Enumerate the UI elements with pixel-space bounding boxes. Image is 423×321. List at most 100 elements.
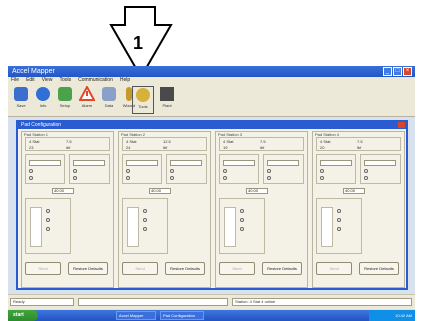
dialog-close-button[interactable] [398, 122, 405, 128]
status-left: Ready [10, 298, 74, 306]
radio-option[interactable] [143, 209, 147, 213]
radio-option[interactable] [320, 176, 324, 180]
radio-option[interactable] [240, 209, 244, 213]
threshold-field[interactable]: 40.00 [246, 188, 268, 194]
toolbar-button-tools[interactable]: Tools [132, 86, 154, 114]
warning-icon [79, 86, 95, 101]
radio-option[interactable] [143, 227, 147, 231]
toolbar-button-data[interactable]: Data [98, 86, 120, 114]
threshold-field[interactable]: 40.00 [343, 188, 365, 194]
radio-option[interactable] [29, 176, 33, 180]
toolbar-button-info[interactable]: Info [32, 86, 54, 114]
restore-defaults-button[interactable]: Restore Defaults [165, 262, 205, 275]
radio-option[interactable] [46, 209, 50, 213]
restore-defaults-button[interactable]: Restore Defaults [262, 262, 302, 275]
app-titlebar: Accel Mapper _ □ × [8, 66, 415, 77]
input-field[interactable] [267, 160, 299, 166]
radio-option[interactable] [126, 176, 130, 180]
menu-help[interactable]: Help [120, 77, 130, 84]
factory-icon [160, 87, 174, 101]
input-field[interactable] [73, 160, 105, 166]
radio-option[interactable] [337, 218, 341, 222]
radio-option[interactable] [170, 176, 174, 180]
switch-info-group: 4 Stat 7.5 20 lbf [316, 137, 401, 151]
input-field[interactable] [223, 160, 255, 166]
radio-option[interactable] [240, 218, 244, 222]
threshold-field[interactable]: 40.00 [52, 188, 74, 194]
send-button[interactable]: Send [316, 262, 352, 275]
switch-type-value: 4 Stat [320, 139, 331, 144]
radio-option[interactable] [320, 169, 324, 173]
window-controls: _ □ × [383, 67, 412, 76]
toolbar-button-save[interactable]: Save [10, 86, 32, 114]
input-group-right [263, 154, 304, 184]
radio-option[interactable] [267, 169, 271, 173]
radio-option[interactable] [143, 218, 147, 222]
minimize-button[interactable]: _ [383, 67, 392, 76]
radio-option[interactable] [223, 176, 227, 180]
radio-option[interactable] [73, 169, 77, 173]
input-field[interactable] [29, 160, 61, 166]
taskbar-item[interactable]: Accel Mapper [116, 311, 156, 320]
radio-option[interactable] [223, 169, 227, 173]
level-list[interactable] [224, 207, 236, 247]
level-list[interactable] [30, 207, 42, 247]
radio-option[interactable] [240, 227, 244, 231]
dialog-title: Pad Configuration [21, 122, 62, 128]
input-field[interactable] [364, 160, 396, 166]
toolbar-label: Setup [59, 103, 71, 108]
send-button[interactable]: Send [219, 262, 255, 275]
radio-option[interactable] [267, 176, 271, 180]
app-title: Accel Mapper [12, 68, 55, 75]
start-button[interactable]: start [8, 310, 38, 321]
capacity-value: 19 [223, 145, 228, 150]
toolbar-label: Tools [138, 104, 148, 109]
radio-option[interactable] [73, 176, 77, 180]
send-button[interactable]: Send [25, 262, 61, 275]
level-list[interactable] [321, 207, 333, 247]
menu-tools[interactable]: Tools [59, 77, 71, 84]
send-button[interactable]: Send [122, 262, 158, 275]
input-group-left [219, 154, 259, 184]
restore-defaults-button[interactable]: Restore Defaults [359, 262, 399, 275]
switch-info-group: 4 Stat 12.5 24 lbf [122, 137, 207, 151]
taskbar-item[interactable]: Pad Configuration [160, 311, 204, 320]
toolbar-button-alarm[interactable]: Alarm [76, 86, 98, 114]
disk-icon [14, 87, 28, 101]
toolbar-button-plant[interactable]: Plant [156, 86, 178, 114]
close-button[interactable]: × [403, 67, 412, 76]
pad-station-panel: Pad Station 3 4 Stat 7.5 19 lbf 40.00 Se… [215, 131, 308, 288]
level-list[interactable] [127, 207, 139, 247]
radio-option[interactable] [29, 169, 33, 173]
toolbar-label: Plant [162, 103, 172, 108]
radio-option[interactable] [364, 169, 368, 173]
pad-configuration-dialog: Pad Configuration Pad Station 1 4 Stat 7… [16, 120, 408, 290]
radio-option[interactable] [337, 227, 341, 231]
radio-option[interactable] [46, 227, 50, 231]
restore-defaults-button[interactable]: Restore Defaults [68, 262, 108, 275]
radio-option[interactable] [337, 209, 341, 213]
leaf-icon [58, 87, 72, 101]
input-group-left [25, 154, 65, 184]
capacity-value: 23 [29, 145, 34, 150]
app-window: Accel Mapper _ □ × File Edit View Tools … [8, 66, 415, 321]
radio-option[interactable] [170, 169, 174, 173]
input-field[interactable] [170, 160, 202, 166]
maximize-button[interactable]: □ [393, 67, 402, 76]
radio-option[interactable] [46, 218, 50, 222]
status-right: Station: 4 Stat 4 online [232, 298, 412, 306]
toolbar-button-setup[interactable]: Setup [54, 86, 76, 114]
menu-edit[interactable]: Edit [26, 77, 35, 84]
menu-file[interactable]: File [11, 77, 19, 84]
dialog-titlebar: Pad Configuration [18, 122, 406, 129]
radio-option[interactable] [126, 169, 130, 173]
input-field[interactable] [126, 160, 158, 166]
pad-station-panel: Pad Station 2 4 Stat 12.5 24 lbf 40.00 S… [118, 131, 211, 288]
radio-option[interactable] [364, 176, 368, 180]
menu-communication[interactable]: Communication [78, 77, 113, 84]
toolbar-label: Info [39, 103, 47, 108]
menu-view[interactable]: View [42, 77, 53, 84]
input-field[interactable] [320, 160, 352, 166]
threshold-field[interactable]: 40.00 [149, 188, 171, 194]
level-calibration-group [316, 198, 362, 254]
